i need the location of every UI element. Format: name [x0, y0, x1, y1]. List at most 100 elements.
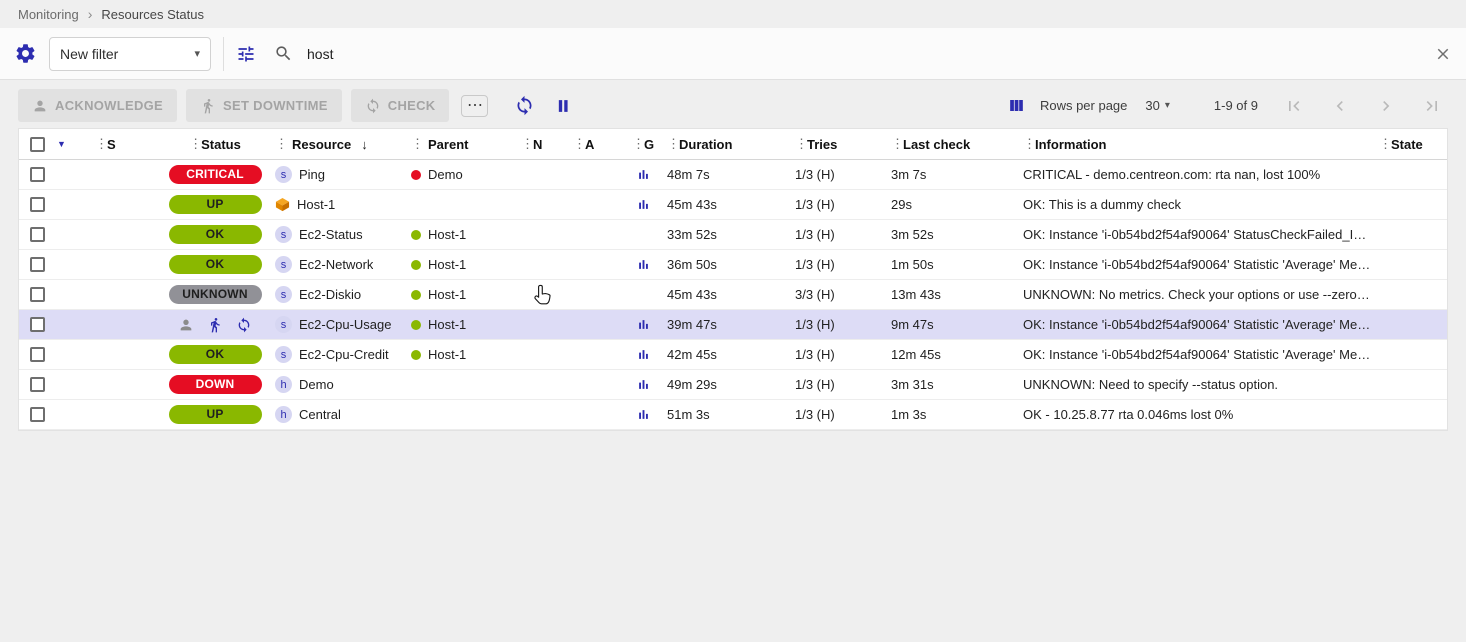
check-in-progress-icon[interactable]: [236, 317, 252, 333]
column-menu-icon[interactable]: ⋮: [891, 136, 901, 152]
row-checkbox[interactable]: [30, 347, 45, 362]
column-label[interactable]: Status: [201, 137, 241, 152]
table-row[interactable]: OK s Ec2-Status Host-1 33m 52s 1/3 (H) 3…: [19, 220, 1447, 250]
edit-columns-button[interactable]: [1007, 96, 1026, 115]
sort-desc-icon[interactable]: ↓: [361, 137, 368, 152]
table-row[interactable]: OK s Ec2-Network Host-1 36m 50s 1/3 (H) …: [19, 250, 1447, 280]
resource-name[interactable]: Host-1: [297, 197, 335, 212]
row-checkbox[interactable]: [30, 287, 45, 302]
filter-criteria-button[interactable]: [236, 44, 256, 64]
column-header-state[interactable]: ⋮ State: [1375, 129, 1447, 159]
parent-name[interactable]: Host-1: [428, 287, 466, 302]
column-header-s[interactable]: ⋮ S: [91, 129, 159, 159]
rows-per-page-select[interactable]: 30 ▾: [1145, 98, 1170, 113]
resource-name[interactable]: Ec2-Cpu-Usage: [299, 317, 392, 332]
column-label[interactable]: A: [585, 137, 594, 152]
graph-icon[interactable]: [636, 377, 651, 392]
resource-name[interactable]: Ec2-Cpu-Credit: [299, 347, 389, 362]
resource-name[interactable]: Ec2-Diskio: [299, 287, 361, 302]
column-label[interactable]: N: [533, 137, 542, 152]
acknowledge-button[interactable]: ACKNOWLEDGE: [18, 89, 177, 122]
downtime-icon[interactable]: [207, 317, 223, 333]
next-page-button[interactable]: [1376, 96, 1396, 116]
row-checkbox[interactable]: [30, 227, 45, 242]
column-menu-icon[interactable]: ⋮: [411, 136, 421, 152]
row-checkbox[interactable]: [30, 257, 45, 272]
column-header-info[interactable]: ⋮ Information: [1019, 129, 1375, 159]
row-checkbox[interactable]: [30, 317, 45, 332]
column-menu-icon[interactable]: ⋮: [667, 136, 677, 152]
table-row[interactable]: UP h Central 51m 3s 1/3 (H) 1m 3s OK - 1…: [19, 400, 1447, 430]
table-row[interactable]: UNKNOWN s Ec2-Diskio Host-1 45m 43s 3/3 …: [19, 280, 1447, 310]
column-header-parent[interactable]: ⋮ Parent: [407, 129, 517, 159]
graph-icon[interactable]: [636, 407, 651, 422]
graph-icon[interactable]: [636, 347, 651, 362]
table-row[interactable]: s Ec2-Cpu-Usage Host-1 39m 47s 1/3 (H) 9…: [19, 310, 1447, 340]
breadcrumb-item-resources-status[interactable]: Resources Status: [101, 7, 204, 22]
table-row[interactable]: UP Host-1 45m 43s 1/3 (H) 29s OK: This i…: [19, 190, 1447, 220]
table-row[interactable]: OK s Ec2-Cpu-Credit Host-1 42m 45s 1/3 (…: [19, 340, 1447, 370]
refresh-button[interactable]: [514, 95, 535, 116]
set-downtime-button[interactable]: SET DOWNTIME: [186, 89, 342, 122]
column-menu-icon[interactable]: ⋮: [189, 136, 199, 152]
graph-icon[interactable]: [636, 317, 651, 332]
parent-name[interactable]: Host-1: [428, 347, 466, 362]
select-menu-caret-icon[interactable]: ▼: [57, 139, 66, 149]
column-menu-icon[interactable]: ⋮: [521, 136, 531, 152]
column-menu-icon[interactable]: ⋮: [573, 136, 583, 152]
graph-icon[interactable]: [636, 197, 651, 212]
column-label[interactable]: Resource: [292, 137, 351, 152]
pause-autorefresh-button[interactable]: [553, 96, 573, 116]
column-label[interactable]: G: [644, 137, 654, 152]
column-header-a[interactable]: ⋮ A: [569, 129, 623, 159]
column-label[interactable]: Parent: [428, 137, 468, 152]
column-menu-icon[interactable]: ⋮: [1379, 136, 1389, 152]
parent-name[interactable]: Host-1: [428, 227, 466, 242]
last-page-button[interactable]: [1422, 96, 1442, 116]
column-header-lastcheck[interactable]: ⋮ Last check: [887, 129, 1019, 159]
column-header-resource[interactable]: ⋮ Resource ↓: [271, 129, 407, 159]
column-label[interactable]: Duration: [679, 137, 732, 152]
select-all-checkbox[interactable]: [30, 137, 45, 152]
more-actions-button[interactable]: ⋯: [461, 95, 488, 117]
column-menu-icon[interactable]: ⋮: [795, 136, 805, 152]
column-header-duration[interactable]: ⋮ Duration: [663, 129, 791, 159]
acknowledged-icon[interactable]: [178, 317, 194, 333]
row-checkbox[interactable]: [30, 377, 45, 392]
column-header-n[interactable]: ⋮ N: [517, 129, 569, 159]
column-menu-icon[interactable]: ⋮: [95, 136, 105, 152]
filter-settings-button[interactable]: [14, 42, 37, 65]
previous-page-button[interactable]: [1330, 96, 1350, 116]
column-menu-icon[interactable]: ⋮: [1023, 136, 1033, 152]
parent-name[interactable]: Host-1: [428, 257, 466, 272]
column-label[interactable]: S: [107, 137, 116, 152]
column-menu-icon[interactable]: ⋮: [632, 136, 642, 152]
resource-name[interactable]: Central: [299, 407, 341, 422]
column-header-tries[interactable]: ⋮ Tries: [791, 129, 887, 159]
check-button[interactable]: CHECK: [351, 89, 450, 122]
column-label[interactable]: Tries: [807, 137, 837, 152]
breadcrumb-item-monitoring[interactable]: Monitoring: [18, 7, 79, 22]
parent-name[interactable]: Demo: [428, 167, 463, 182]
resource-name[interactable]: Demo: [299, 377, 334, 392]
graph-icon[interactable]: [636, 257, 651, 272]
parent-name[interactable]: Host-1: [428, 317, 466, 332]
column-label[interactable]: Information: [1035, 137, 1107, 152]
row-checkbox[interactable]: [30, 407, 45, 422]
row-checkbox[interactable]: [30, 167, 45, 182]
column-header-g[interactable]: ⋮ G: [623, 129, 663, 159]
row-checkbox[interactable]: [30, 197, 45, 212]
graph-icon[interactable]: [636, 167, 651, 182]
first-page-button[interactable]: [1284, 96, 1304, 116]
resource-name[interactable]: Ping: [299, 167, 325, 182]
filter-preset-select[interactable]: New filter ▾: [49, 37, 211, 71]
clear-search-button[interactable]: [1434, 45, 1452, 63]
resource-name[interactable]: Ec2-Network: [299, 257, 373, 272]
table-row[interactable]: CRITICAL s Ping Demo 48m 7s 1/3 (H) 3m 7…: [19, 160, 1447, 190]
column-header-status[interactable]: ⋮ Status: [159, 129, 271, 159]
resource-name[interactable]: Ec2-Status: [299, 227, 363, 242]
column-menu-icon[interactable]: ⋮: [275, 136, 285, 152]
table-row[interactable]: DOWN h Demo 49m 29s 1/3 (H) 3m 31s UNKNO…: [19, 370, 1447, 400]
column-label[interactable]: Last check: [903, 137, 970, 152]
search-input[interactable]: [305, 45, 1422, 63]
